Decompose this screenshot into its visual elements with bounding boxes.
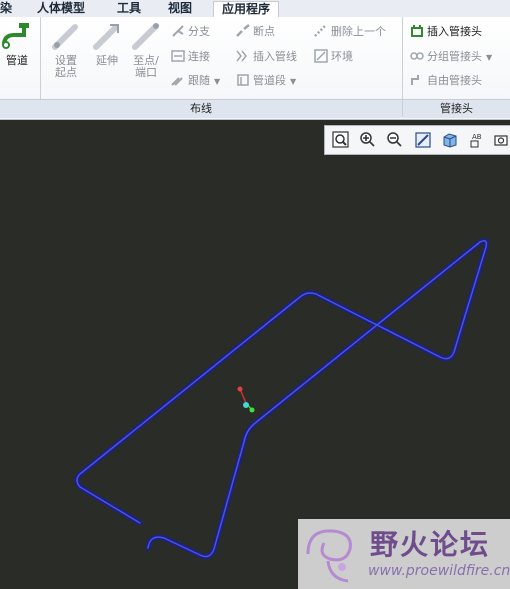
menu-item-tools[interactable]: 工具 — [117, 1, 141, 16]
extend-label: 延伸 — [96, 54, 118, 67]
menu-bar: 染 人体模型 工具 视图 应用程序 — [0, 0, 510, 18]
group-label-routing: 布线 — [0, 99, 402, 118]
environment-icon — [314, 49, 328, 63]
insert-pipeline-icon — [236, 50, 247, 62]
chevron-down-icon[interactable]: ▼ — [290, 77, 296, 86]
group-label-fittings: 管接头 — [403, 99, 510, 118]
watermark: 野火论坛 www.proewildfire.cn — [298, 519, 510, 589]
free-fitting-icon — [411, 75, 419, 85]
set-start-icon — [52, 24, 78, 50]
break-icon — [236, 24, 250, 37]
view-manager-icon[interactable]: AB — [466, 130, 488, 150]
ribbon: 管道 设置 起点 延伸 至点/ 端口 分支 连接 跟随 ▼ 断点 插入管线 管道… — [0, 17, 510, 120]
break-button[interactable]: 断点 — [236, 23, 275, 41]
delete-last-icon — [314, 24, 327, 37]
insert-fitting-icon — [411, 25, 423, 37]
extend-icon — [93, 24, 119, 50]
set-start-button[interactable]: 设置 起点 — [48, 21, 84, 79]
pipe-segment-button[interactable]: 管道段 ▼ — [236, 72, 296, 90]
to-point-label: 至点/ 端口 — [133, 54, 159, 79]
pipe-icon — [2, 23, 29, 49]
zoom-out-icon[interactable] — [384, 130, 406, 150]
zoom-in-icon[interactable] — [357, 130, 379, 150]
zoom-fit-icon[interactable] — [330, 130, 352, 150]
insert-fitting-button[interactable]: 插入管接头 — [410, 23, 482, 41]
menu-item-render[interactable]: 染 — [0, 1, 12, 16]
to-point-icon — [132, 23, 159, 50]
saved-views-icon[interactable] — [491, 130, 509, 150]
pipe-route[interactable] — [74, 238, 489, 559]
svg-text:AB: AB — [472, 133, 482, 141]
group-fitting-button[interactable]: 分组管接头 ▼ — [410, 48, 492, 66]
display-style-icon[interactable] — [439, 130, 461, 150]
follow-button[interactable]: 跟随 ▼ — [171, 72, 220, 90]
set-start-label: 设置 起点 — [55, 54, 77, 79]
delete-last-button[interactable]: 删除上一个 — [314, 23, 386, 41]
view-toolbar: AB — [324, 125, 510, 155]
group-fitting-icon — [410, 52, 424, 60]
extend-button[interactable]: 延伸 — [90, 21, 124, 67]
repaint-icon[interactable] — [412, 130, 434, 150]
menu-item-view[interactable]: 视图 — [168, 1, 192, 16]
menu-item-applications[interactable]: 应用程序 — [213, 1, 280, 18]
to-point-button[interactable]: 至点/ 端口 — [128, 21, 164, 79]
pipe-segment-icon — [237, 74, 249, 86]
connect-button[interactable]: 连接 — [171, 48, 210, 66]
free-fitting-button[interactable]: 自由管接头 — [410, 72, 482, 90]
connect-icon — [171, 50, 185, 62]
watermark-logo-icon — [306, 529, 352, 583]
chevron-down-icon[interactable]: ▼ — [486, 53, 492, 62]
menu-item-manikin[interactable]: 人体模型 — [37, 1, 85, 16]
watermark-url: www.proewildfire.cn — [368, 563, 510, 579]
branch-button[interactable]: 分支 — [171, 23, 210, 41]
environment-button[interactable]: 环境 — [314, 48, 353, 66]
watermark-title: 野火论坛 — [370, 528, 491, 561]
insert-pipeline-button[interactable]: 插入管线 — [236, 48, 297, 66]
chevron-down-icon[interactable]: ▼ — [214, 77, 220, 86]
branch-icon — [172, 25, 184, 37]
pipe-button[interactable]: 管道 — [0, 21, 34, 67]
coordinate-triad — [237, 386, 255, 413]
follow-icon — [171, 77, 183, 86]
pipe-label: 管道 — [6, 54, 28, 67]
